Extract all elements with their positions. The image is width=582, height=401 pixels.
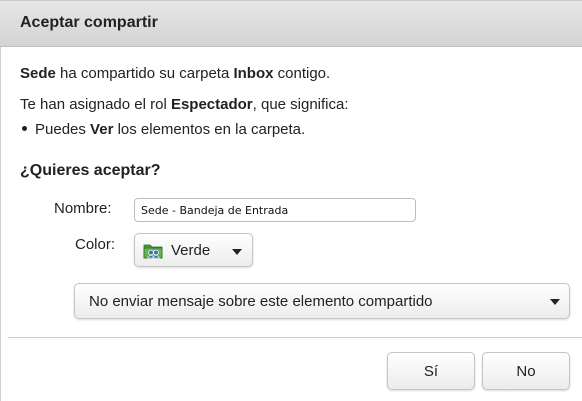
share-info-end: contigo. xyxy=(273,65,331,82)
color-dropdown[interactable]: Verde xyxy=(134,233,253,267)
permission-action: Ver xyxy=(90,121,114,138)
owner-name: Sede xyxy=(20,65,56,82)
folder-name-input[interactable] xyxy=(134,198,416,222)
permission-text: Puedes xyxy=(35,121,91,138)
role-info-line: Te han asignado el rol Espectador, que s… xyxy=(20,96,349,113)
dialog-title: Aceptar compartir xyxy=(20,14,158,31)
dialog-border xyxy=(0,47,1,401)
message-option: No enviar mensaje sobre este elemento co… xyxy=(89,293,433,310)
chevron-down-icon xyxy=(232,249,242,255)
shared-folder-icon xyxy=(143,244,163,259)
no-button[interactable]: No xyxy=(482,352,570,390)
color-label: Color: xyxy=(75,236,116,253)
share-info-text: ha compartido su carpeta xyxy=(55,65,234,82)
name-label: Nombre: xyxy=(54,200,112,217)
permission-bullet: Puedes Ver los elementos en la carpeta. xyxy=(22,121,305,138)
role-name: Espectador xyxy=(170,96,253,113)
bullet-dot xyxy=(22,125,27,131)
dialog-divider xyxy=(8,337,582,338)
folder-name: Inbox xyxy=(233,65,274,82)
message-select[interactable]: No enviar mensaje sobre este elemento co… xyxy=(74,283,570,319)
role-info-end: , que significa: xyxy=(252,96,349,113)
role-info-text: Te han asignado el rol xyxy=(20,96,171,113)
permission-end: los elementos en la carpeta. xyxy=(113,121,306,138)
chevron-down-icon xyxy=(550,299,560,305)
yes-button[interactable]: Sí xyxy=(387,352,475,390)
accept-question: ¿Quieres aceptar? xyxy=(20,162,161,179)
share-info-line: Sede ha compartido su carpeta Inbox cont… xyxy=(20,65,330,82)
accept-share-dialog: Aceptar compartir Sede ha compartido su … xyxy=(0,0,582,401)
color-value: Verde xyxy=(171,242,211,259)
dialog-titlebar: Aceptar compartir xyxy=(0,0,582,47)
